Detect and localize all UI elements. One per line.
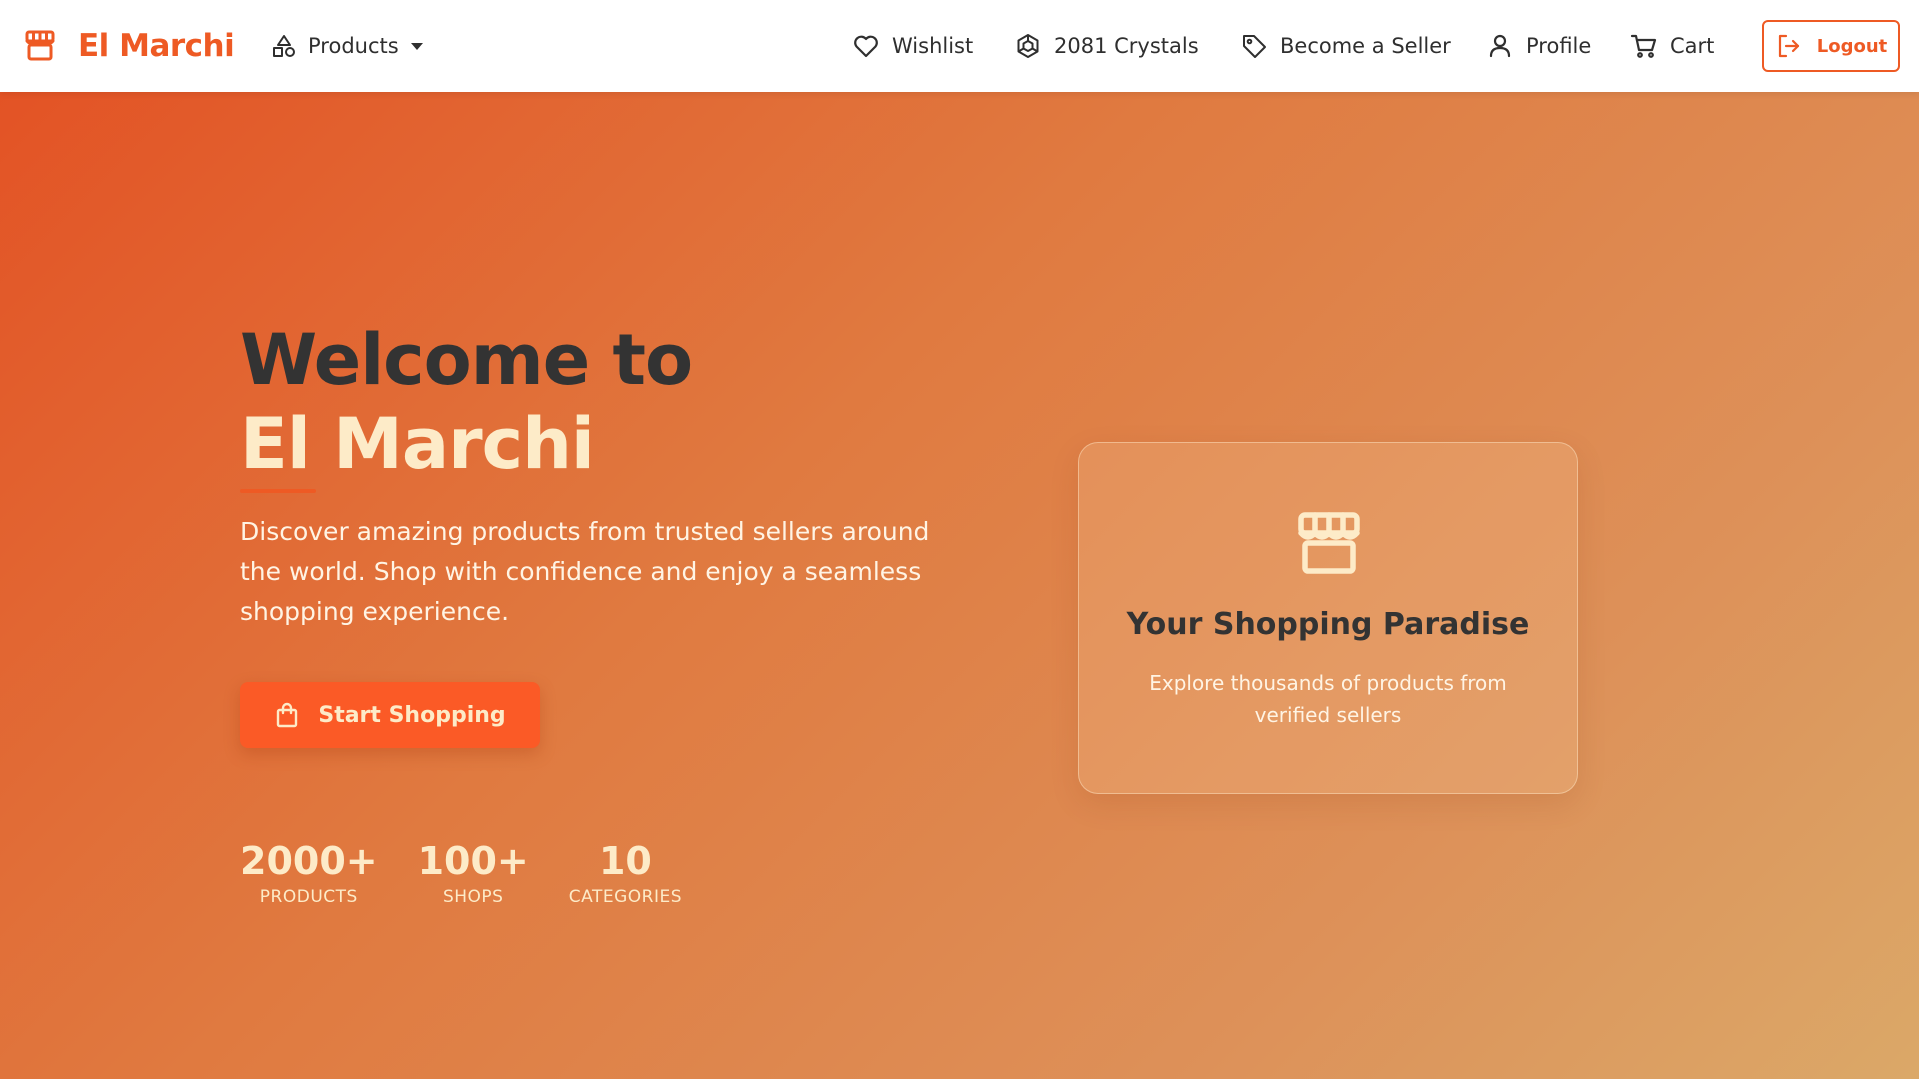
become-seller-label: Become a Seller [1280, 34, 1451, 58]
card-subtitle: Explore thousands of products from verif… [1149, 671, 1507, 727]
brand-name: El Marchi [78, 28, 235, 64]
nav-become-seller[interactable]: Become a Seller [1240, 28, 1451, 64]
profile-label: Profile [1526, 34, 1592, 58]
navbar: El Marchi Products Wishlist 2081 Crystal… [0, 0, 1919, 92]
stat-categories: 10 CATEGORIES [569, 837, 682, 907]
start-shopping-button[interactable]: Start Shopping [240, 682, 540, 748]
logout-icon [1775, 32, 1803, 60]
stat-label: SHOPS [442, 887, 504, 907]
stat-value: 10 [598, 839, 652, 883]
chevron-down-icon [410, 42, 423, 50]
hero-title-line1: Welcome to [240, 319, 693, 401]
nav-crystals[interactable]: 2081 Crystals [1014, 28, 1199, 64]
store-icon [22, 28, 58, 64]
shopping-bag-icon [274, 701, 300, 729]
cart-label: Cart [1670, 34, 1715, 58]
hero-description: Discover amazing products from trusted s… [240, 517, 930, 626]
stat-value: 100+ [417, 839, 529, 883]
crystal-icon [1014, 32, 1042, 60]
title-underline [240, 489, 316, 493]
nav-profile[interactable]: Profile [1486, 28, 1591, 64]
stat-products: 2000+ PRODUCTS [240, 837, 378, 907]
shapes-icon [270, 32, 298, 60]
hero-section: Welcome to El Marchi Discover amazing pr… [0, 92, 1919, 1079]
hero-title-brand: El Marchi [240, 403, 595, 485]
card-title: Your Shopping Paradise [1126, 607, 1530, 642]
crystals-label: 2081 Crystals [1054, 34, 1199, 58]
cart-icon [1630, 32, 1658, 60]
nav-wishlist[interactable]: Wishlist [852, 28, 973, 64]
wishlist-label: Wishlist [892, 34, 974, 58]
feature-card: Your Shopping Paradise Explore thousands… [1078, 442, 1578, 794]
products-label: Products [308, 34, 399, 58]
stat-shops: 100+ SHOPS [418, 837, 529, 907]
hero-title: Welcome to El Marchi [240, 318, 693, 486]
stat-value: 2000+ [240, 839, 378, 883]
heart-icon [852, 32, 880, 60]
start-shopping-label: Start Shopping [318, 702, 506, 728]
logout-label: Logout [1816, 35, 1888, 57]
nav-cart[interactable]: Cart [1630, 28, 1714, 64]
stats-row: 2000+ PRODUCTS 100+ SHOPS 10 CATEGORIES [240, 837, 682, 907]
products-dropdown[interactable]: Products [270, 28, 423, 64]
brand-link[interactable]: El Marchi [22, 28, 235, 64]
stat-label: CATEGORIES [568, 887, 682, 907]
store-icon [1294, 511, 1364, 575]
user-icon [1486, 32, 1514, 60]
stat-label: PRODUCTS [259, 887, 358, 907]
tag-icon [1240, 32, 1268, 60]
logout-button[interactable]: Logout [1762, 20, 1900, 72]
